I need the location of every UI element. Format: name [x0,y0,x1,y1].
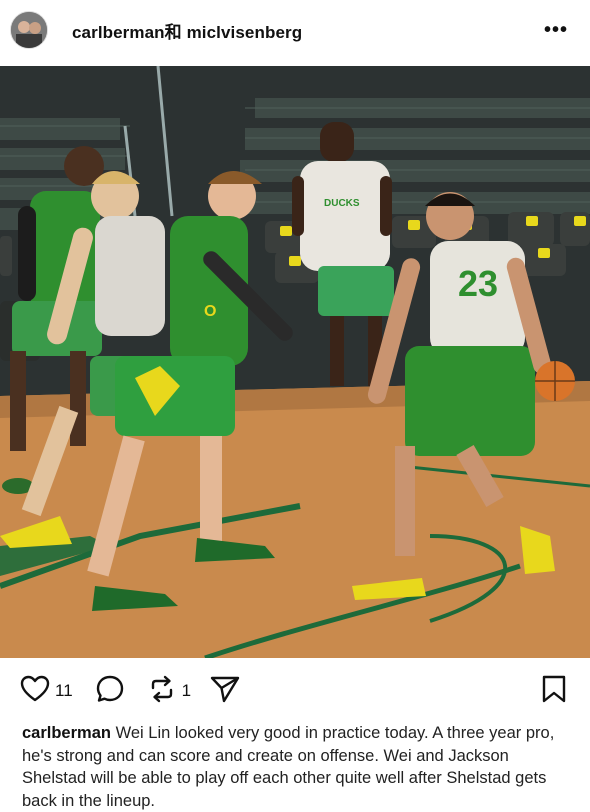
repost-button[interactable]: 1 [147,674,191,709]
share-button[interactable] [209,674,241,709]
avatar[interactable] [10,11,48,49]
post-author-title[interactable]: carlberman和 miclvisenberg [72,18,302,43]
repost-count: 1 [181,681,192,700]
more-icon[interactable]: ••• [544,19,568,42]
save-button[interactable] [541,674,567,709]
heart-icon[interactable] [20,675,50,708]
comment-icon[interactable] [95,674,125,709]
jersey-number: 23 [458,263,498,304]
svg-text:O: O [204,303,216,320]
caption-author[interactable]: carlberman [22,724,111,742]
repost-icon[interactable] [147,674,177,709]
action-bar: 11 1 [0,668,590,714]
send-icon[interactable] [209,674,241,709]
like-button[interactable]: 11 [20,675,73,708]
shirt-text: DUCKS [324,198,360,209]
comment-button[interactable] [95,674,125,709]
post-caption: carlberman Wei Lin looked very good in p… [22,722,562,812]
post-photo: DUCKS O 23 [0,66,590,658]
like-count: 11 [55,681,73,700]
bookmark-icon[interactable] [541,675,567,708]
post-header: carlberman和 miclvisenberg ••• [0,0,590,60]
